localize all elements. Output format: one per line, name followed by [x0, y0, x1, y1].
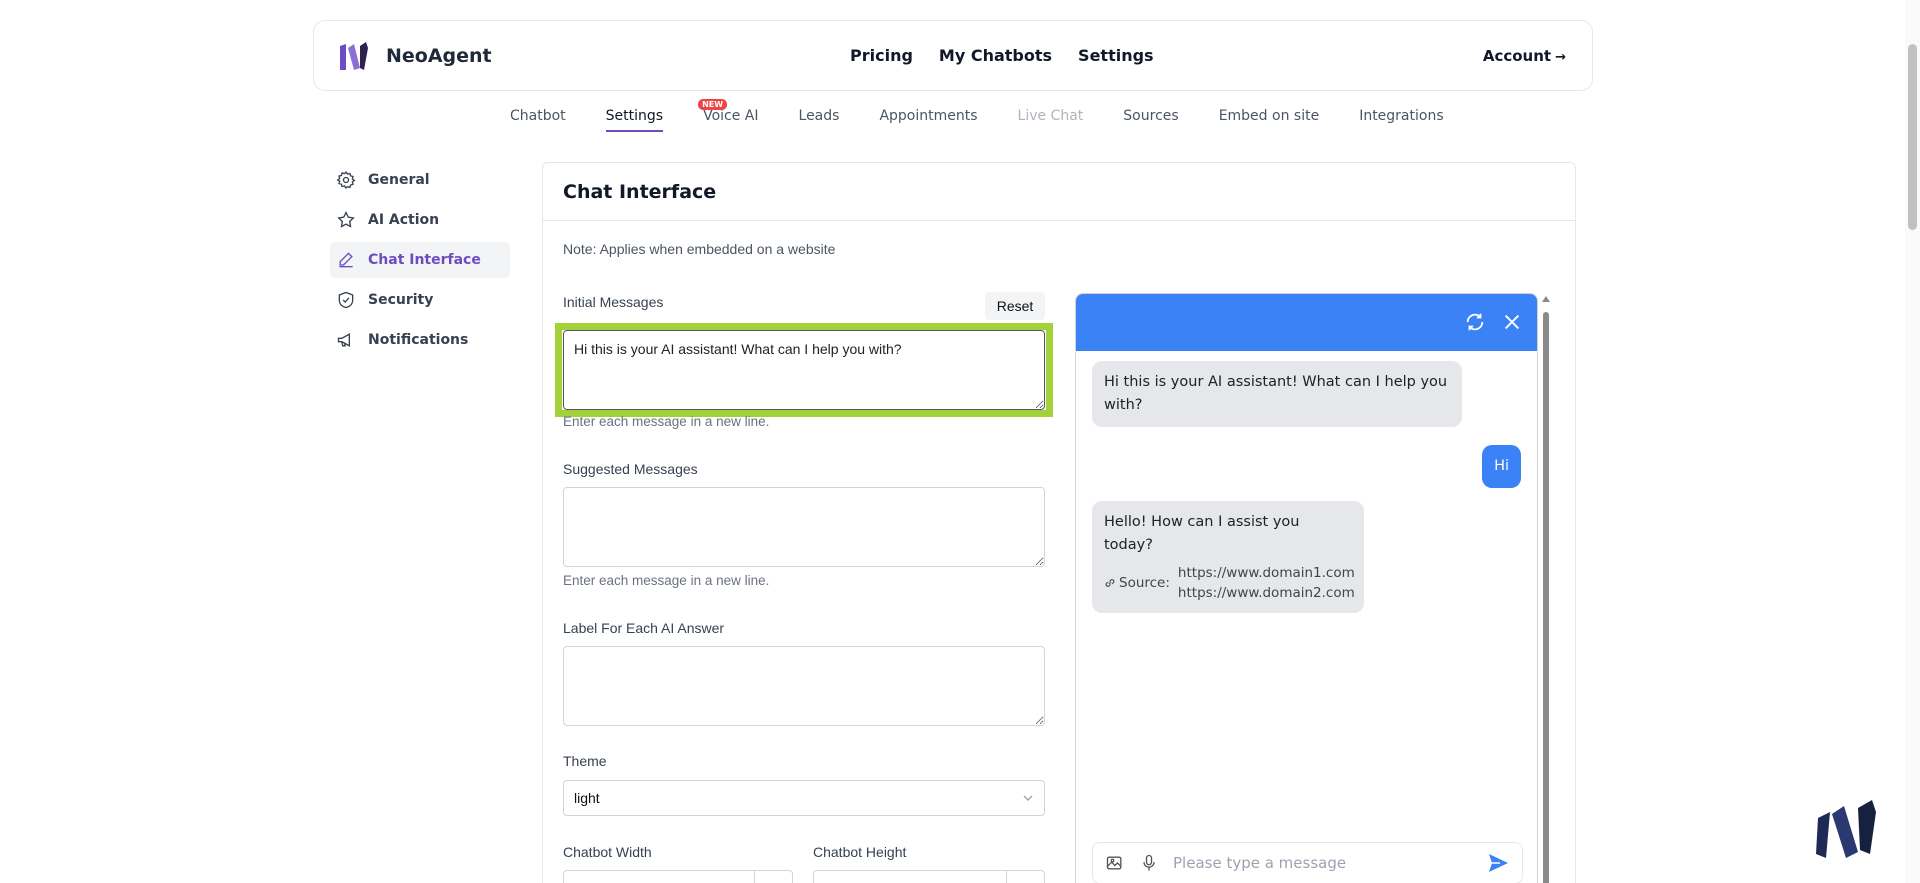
settings-sidebar: General AI Action Chat Interface Securit… — [330, 162, 510, 362]
tab-embed-on-site[interactable]: Embed on site — [1219, 108, 1320, 132]
chatbot-height-label: Chatbot Height — [813, 844, 907, 860]
chat-composer: Please type a message — [1092, 842, 1523, 883]
tab-live-chat: Live Chat — [1017, 108, 1084, 124]
top-navbar: NeoAgent Pricing My Chatbots Settings Ac… — [313, 20, 1593, 91]
tab-voice-ai[interactable]: NEW Voice AI — [698, 99, 759, 132]
image-upload-icon[interactable] — [1105, 853, 1125, 873]
initial-messages-label: Initial Messages — [563, 294, 664, 310]
gear-icon — [336, 171, 356, 189]
neoagent-logo-icon[interactable] — [336, 38, 372, 74]
microphone-icon[interactable] — [1139, 853, 1159, 873]
chatbot-width-stepper[interactable] — [754, 871, 792, 883]
theme-label: Theme — [563, 753, 607, 769]
ai-answer-label-textarea[interactable] — [563, 646, 1045, 726]
embed-note: Note: Applies when embedded on a website — [563, 241, 836, 257]
shield-icon — [338, 291, 354, 309]
chevron-down-icon — [1023, 795, 1033, 801]
sidebar-item-chat-interface[interactable]: Chat Interface — [330, 242, 510, 278]
source-links: https://www.domain1.com https://www.doma… — [1178, 563, 1355, 603]
tab-leads[interactable]: Leads — [799, 108, 840, 132]
tab-chatbot[interactable]: Chatbot — [510, 108, 566, 132]
sidebar-item-general[interactable]: General — [330, 162, 510, 198]
star-icon — [337, 210, 355, 228]
link-icon — [1105, 579, 1115, 587]
scroll-up-arrow-icon[interactable] — [1542, 296, 1550, 302]
suggested-messages-hint: Enter each message in a new line. — [563, 573, 770, 588]
sidebar-item-notifications[interactable]: Notifications — [330, 322, 510, 358]
theme-select-value: light — [574, 790, 600, 806]
bot-message-text: Hello! How can I assist you today? — [1104, 514, 1300, 553]
reset-button[interactable]: Reset — [985, 292, 1045, 320]
source-label: Source: — [1119, 575, 1170, 591]
refresh-icon[interactable] — [1464, 311, 1486, 333]
tab-voice-ai-label: Voice AI — [703, 108, 759, 124]
sidebar-item-label: General — [368, 172, 430, 188]
theme-select[interactable]: light — [563, 780, 1045, 816]
initial-messages-hint: Enter each message in a new line. — [563, 414, 770, 429]
message-sources: Source: https://www.domain1.com https://… — [1104, 563, 1355, 603]
tab-settings[interactable]: Settings — [605, 108, 664, 132]
bot-message: Hello! How can I assist you today? Sourc… — [1092, 501, 1364, 613]
nav-my-chatbots[interactable]: My Chatbots — [939, 46, 1052, 65]
chat-launcher-logo-icon[interactable] — [1812, 792, 1884, 864]
sidebar-item-security[interactable]: Security — [330, 282, 510, 318]
page-scrollbar[interactable] — [1905, 0, 1920, 883]
preview-scrollbar-thumb[interactable] — [1543, 312, 1549, 883]
suggested-messages-label: Suggested Messages — [563, 461, 698, 477]
nav-pricing[interactable]: Pricing — [850, 46, 913, 65]
send-icon[interactable] — [1486, 851, 1510, 875]
account-link[interactable]: Account → — [1483, 47, 1566, 65]
divider — [543, 220, 1575, 221]
sidebar-item-label: Chat Interface — [368, 252, 481, 268]
bot-message: Hi this is your AI assistant! What can I… — [1092, 361, 1462, 427]
element-1: Source: — [1104, 563, 1170, 603]
sidebar-item-label: Notifications — [368, 332, 469, 348]
tab-appointments[interactable]: Appointments — [879, 108, 977, 132]
tab-integrations[interactable]: Integrations — [1359, 108, 1443, 132]
sidebar-item-label: AI Action — [368, 212, 440, 228]
ai-answer-label-label: Label For Each AI Answer — [563, 620, 725, 636]
chatbot-height-stepper[interactable] — [1006, 871, 1044, 883]
page-scrollbar-thumb[interactable] — [1908, 44, 1917, 230]
account-label: Account — [1482, 47, 1552, 65]
top-nav: Pricing My Chatbots Settings — [850, 46, 1180, 65]
nav-settings[interactable]: Settings — [1078, 46, 1154, 65]
chatbot-height-input[interactable] — [813, 870, 1045, 883]
preview-scrollbar[interactable] — [1542, 296, 1550, 883]
sidebar-item-ai-action[interactable]: AI Action — [330, 202, 510, 238]
user-message: Hi — [1482, 445, 1521, 488]
page-title: Chat Interface — [563, 181, 717, 203]
message-input[interactable]: Please type a message — [1173, 854, 1486, 872]
sidebar-item-label: Security — [368, 292, 434, 308]
close-icon[interactable] — [1501, 311, 1523, 333]
tab-sources[interactable]: Sources — [1123, 108, 1178, 132]
chat-preview-header — [1076, 294, 1537, 351]
source-link[interactable]: https://www.domain2.com — [1178, 583, 1355, 603]
brand-name[interactable]: NeoAgent — [386, 45, 492, 67]
source-link[interactable]: https://www.domain1.com — [1178, 563, 1355, 583]
initial-messages-textarea[interactable] — [563, 330, 1045, 410]
new-badge: NEW — [698, 99, 728, 110]
arrow-right-icon: → — [1555, 50, 1566, 65]
chatbot-width-input[interactable] — [563, 870, 793, 883]
chatbot-subtabs: Chatbot Settings NEW Voice AI Leads Appo… — [510, 99, 1484, 132]
pencil-icon — [339, 252, 353, 268]
suggested-messages-textarea[interactable] — [563, 487, 1045, 567]
megaphone-icon — [337, 333, 350, 347]
chat-preview-widget: Hi this is your AI assistant! What can I… — [1075, 293, 1538, 883]
chatbot-width-label: Chatbot Width — [563, 844, 652, 860]
